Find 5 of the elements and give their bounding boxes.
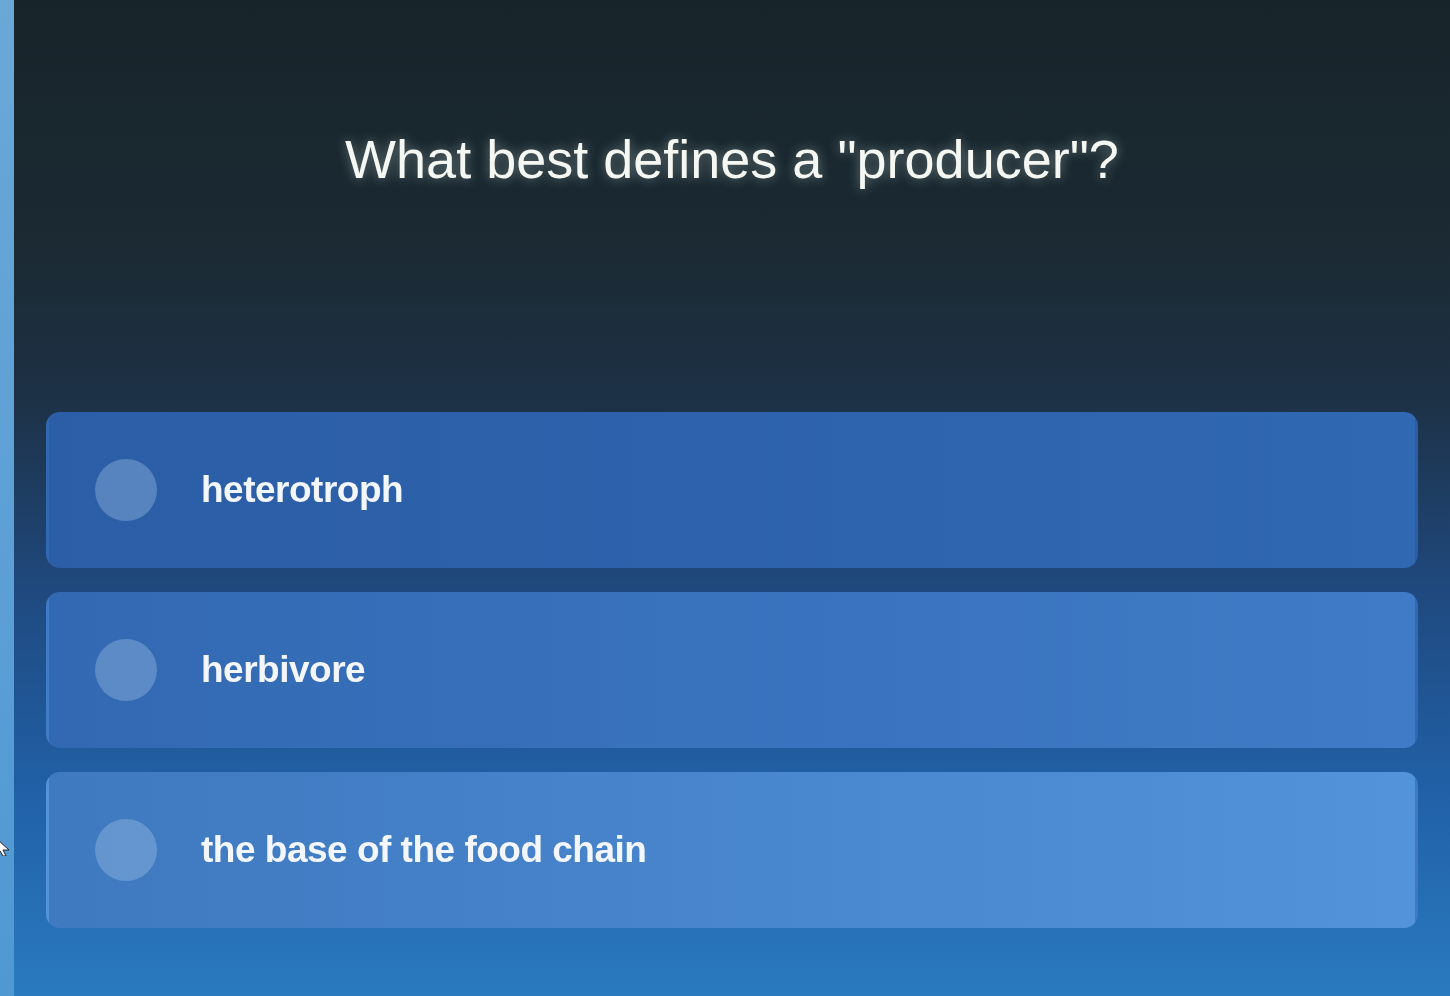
mouse-pointer-icon (0, 838, 9, 856)
answer-option[interactable]: the base of the food chain (46, 772, 1418, 928)
answer-option[interactable]: herbivore (46, 592, 1418, 748)
answer-option[interactable]: heterotroph (46, 412, 1418, 568)
question-text: What best defines a "producer"? (345, 130, 1119, 190)
